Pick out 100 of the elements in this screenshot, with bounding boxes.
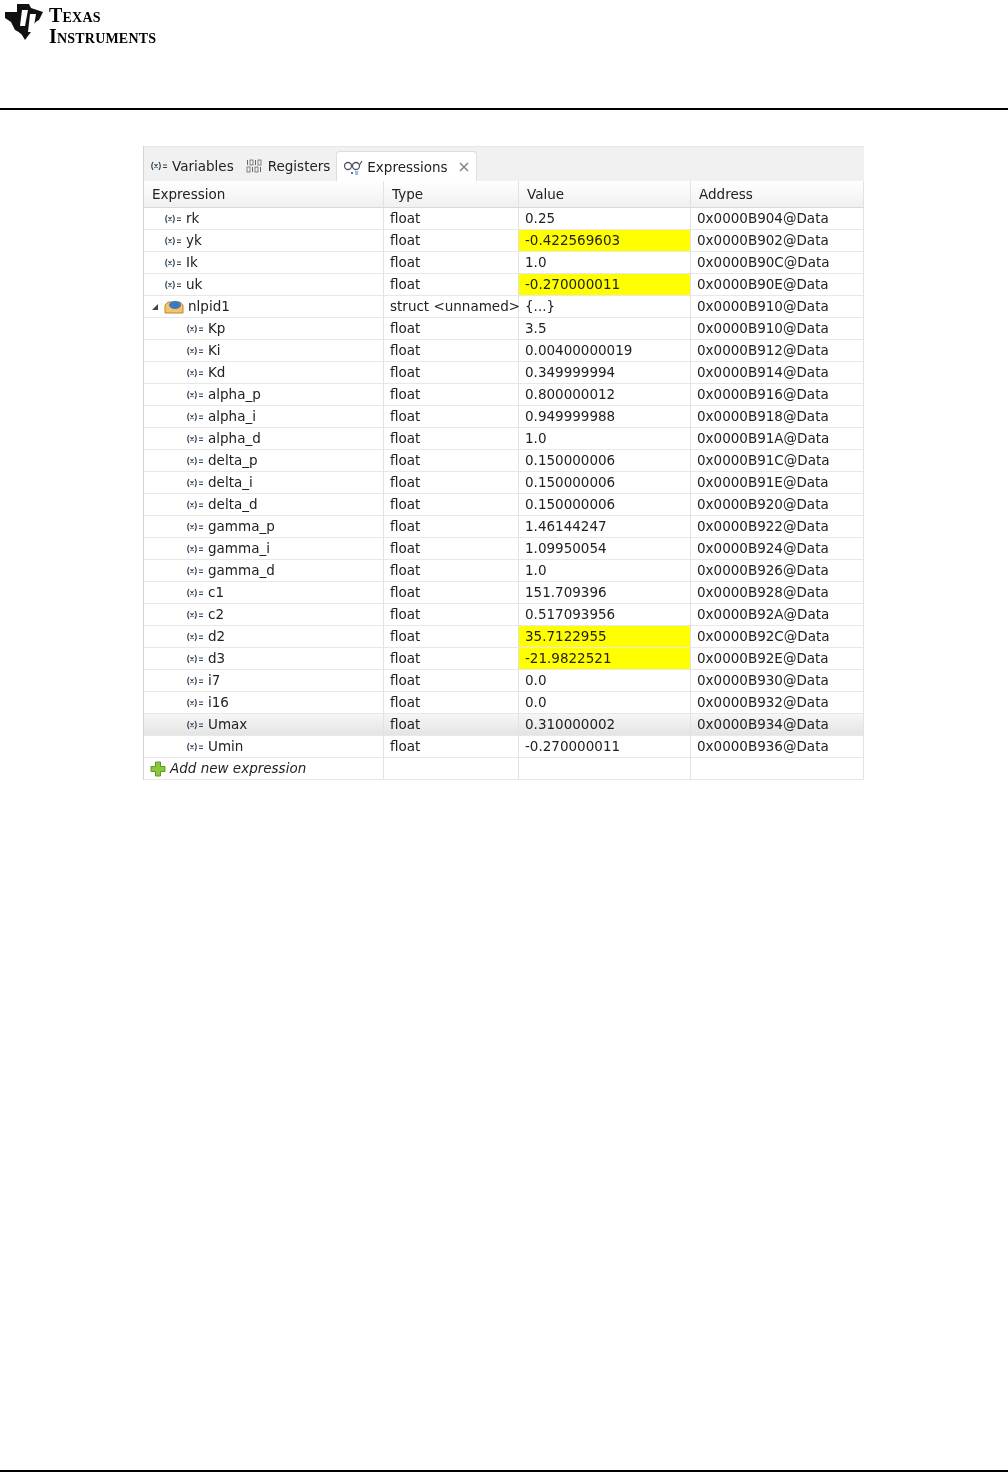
expression-name: alpha_p [208, 385, 261, 404]
expression-name: d2 [208, 627, 226, 646]
variable-icon [164, 235, 182, 246]
address-text: 0x0000B934@Data [697, 715, 829, 734]
variable-icon [186, 389, 204, 400]
expression-name: delta_i [208, 473, 253, 492]
expression-name: c1 [208, 583, 224, 602]
address-text: 0x0000B920@Data [697, 495, 829, 514]
address-text: 0x0000B916@Data [697, 385, 829, 404]
variable-icon [186, 565, 204, 576]
type-text: float [390, 341, 421, 360]
address-text: 0x0000B930@Data [697, 671, 829, 690]
type-text: float [390, 253, 421, 272]
expression-name: Umin [208, 737, 244, 756]
address-text: 0x0000B926@Data [697, 561, 829, 580]
value-cell: 3.5 [519, 318, 691, 340]
address-text: 0x0000B924@Data [697, 539, 829, 558]
close-icon[interactable] [457, 160, 470, 173]
variable-icon [164, 213, 182, 224]
variable-icon [164, 257, 182, 268]
expression-name: Umax [208, 715, 248, 734]
type-text: float [390, 319, 421, 338]
value-cell: -0.270000011 [519, 736, 691, 758]
type-text: float [390, 363, 421, 382]
expression-name: alpha_i [208, 407, 256, 426]
expression-name: i16 [208, 693, 229, 712]
variable-icon [186, 521, 204, 532]
type-text: float [390, 737, 421, 756]
type-text: float [390, 473, 421, 492]
expression-name: gamma_i [208, 539, 270, 558]
type-text: float [390, 627, 421, 646]
value-cell: 151.709396 [519, 582, 691, 604]
variable-icon [186, 609, 204, 620]
expression-name: nlpid1 [188, 297, 230, 316]
value-cell: -0.422569603 [519, 230, 691, 252]
value-cell: 0.00400000019 [519, 340, 691, 362]
address-text: 0x0000B91E@Data [697, 473, 829, 492]
type-text: struct <unnamed> [390, 297, 521, 316]
value-cell: 35.7122955 [519, 626, 691, 648]
variable-icon [186, 719, 204, 730]
variable-icon [186, 411, 204, 422]
type-text: float [390, 517, 421, 536]
type-text: float [390, 209, 421, 228]
value-cell: 1.0 [519, 428, 691, 450]
expression-name: yk [186, 231, 202, 250]
view-tab[interactable]: Variables [144, 151, 240, 181]
value-cell: -21.9822521 [519, 648, 691, 670]
variable-icon [186, 631, 204, 642]
expand-triangle-icon[interactable] [150, 302, 160, 311]
address-text: 0x0000B918@Data [697, 407, 829, 426]
type-text: float [390, 451, 421, 470]
type-text: float [390, 715, 421, 734]
expression-name: Ki [208, 341, 221, 360]
view-tab[interactable]: Registers [239, 151, 337, 181]
add-expression-link[interactable]: Add new expression [170, 758, 307, 779]
type-text: float [390, 231, 421, 250]
address-text: 0x0000B936@Data [697, 737, 829, 756]
view-tab[interactable]: Expressions [336, 151, 477, 181]
struct-icon [164, 298, 184, 315]
variable-icon [186, 543, 204, 554]
value-cell: 1.09950054 [519, 538, 691, 560]
expression-name: gamma_p [208, 517, 275, 536]
value-cell: 0.310000002 [519, 714, 691, 736]
type-text: float [390, 671, 421, 690]
expression-name: Kp [208, 319, 226, 338]
expression-name: Kd [208, 363, 226, 382]
add-icon[interactable] [150, 760, 166, 777]
value-cell: 0.150000006 [519, 494, 691, 516]
variable-icon [186, 697, 204, 708]
value-cell: -0.270000011 [519, 274, 691, 296]
address-text: 0x0000B92C@Data [697, 627, 830, 646]
expression-name: rk [186, 209, 200, 228]
address-text: 0x0000B928@Data [697, 583, 829, 602]
value-cell: {...} [519, 296, 691, 318]
type-text: float [390, 583, 421, 602]
type-text: float [390, 275, 421, 294]
column-header[interactable]: Expression [144, 181, 384, 208]
address-text: 0x0000B922@Data [697, 517, 829, 536]
type-text: float [390, 429, 421, 448]
column-header[interactable]: Type [384, 181, 519, 208]
address-text: 0x0000B910@Data [697, 319, 829, 338]
variable-icon [186, 653, 204, 664]
expression-name: alpha_d [208, 429, 261, 448]
type-text: float [390, 539, 421, 558]
type-text: float [390, 495, 421, 514]
variable-icon [186, 367, 204, 378]
address-text: 0x0000B92A@Data [697, 605, 830, 624]
type-text: float [390, 693, 421, 712]
type-text: float [390, 649, 421, 668]
variable-icon [186, 345, 204, 356]
column-header[interactable]: Value [519, 181, 691, 208]
expression-name: delta_p [208, 451, 258, 470]
value-cell: 0.800000012 [519, 384, 691, 406]
address-text: 0x0000B932@Data [697, 693, 829, 712]
variable-icon [186, 455, 204, 466]
variable-icon [186, 675, 204, 686]
column-header[interactable]: Address [691, 181, 864, 208]
variable-icon [186, 587, 204, 598]
expression-name: gamma_d [208, 561, 275, 580]
variable-icon [186, 433, 204, 444]
